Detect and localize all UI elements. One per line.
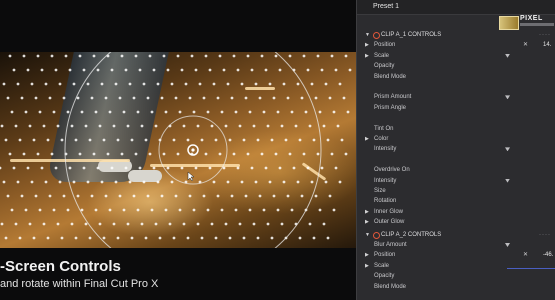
center-handle-dot	[191, 148, 195, 152]
param-row[interactable]: Opacity	[357, 61, 555, 71]
param-label: Inner Glow	[374, 208, 404, 215]
value-slider[interactable]	[507, 267, 555, 269]
param-label: Scale	[374, 262, 390, 269]
param-label: Size	[374, 188, 386, 194]
param-row[interactable]: ▶ Outer Glow	[357, 217, 555, 227]
onscreen-control[interactable]	[0, 52, 356, 248]
film-strip-icon	[499, 16, 519, 30]
param-label: Position	[374, 252, 396, 259]
param-label: Position	[374, 42, 396, 49]
slider-knob-icon[interactable]	[505, 178, 510, 183]
section-header[interactable]: ▼ CLIP A_1 CONTROLS ····	[357, 30, 555, 40]
reset-icon[interactable]: ✕	[523, 40, 528, 50]
section-title: CLIP A_1 CONTROLS	[381, 32, 442, 38]
param-label: Blend Mode	[374, 283, 407, 290]
inspector-panel: Preset 1 PIXEL ▼ CLIP A_1 CONTROLS ···· ▶ Po…	[356, 0, 555, 300]
slider-knob-icon[interactable]	[505, 53, 510, 58]
param-label: Opacity	[374, 273, 395, 280]
param-value[interactable]: 14.	[543, 40, 551, 50]
param-label: Overdrive On	[374, 167, 410, 174]
disclosure-right-icon[interactable]: ▶	[365, 261, 369, 271]
param-label: Tint On	[374, 125, 394, 132]
param-label: Intensity	[374, 177, 397, 184]
param-row[interactable]: Size	[357, 186, 555, 196]
param-row[interactable]: Blend Mode	[357, 282, 555, 292]
preset-title: Preset 1	[357, 0, 555, 15]
disclosure-down-icon[interactable]: ▼	[365, 30, 370, 40]
caption-subtitle: and rotate within Final Cut Pro X	[0, 278, 159, 290]
section-title: CLIP A_2 CONTROLS	[381, 231, 442, 238]
param-row	[357, 82, 555, 92]
disclosure-right-icon[interactable]: ▶	[365, 217, 369, 227]
cursor-icon	[187, 171, 195, 182]
param-row[interactable]: Overdrive On	[357, 165, 555, 175]
caption-title: -Screen Controls	[0, 258, 121, 275]
more-icon[interactable]: ····	[539, 30, 551, 40]
param-label: Prism Angle	[374, 104, 407, 111]
disclosure-right-icon[interactable]: ▶	[365, 134, 369, 144]
logo-text: PIXEL	[520, 15, 543, 22]
video-frame	[0, 52, 356, 248]
slider-knob-icon[interactable]	[505, 95, 510, 100]
param-row	[357, 155, 555, 165]
param-value[interactable]: -46.	[543, 250, 553, 260]
more-icon[interactable]: ····	[539, 230, 551, 240]
logo-subtext	[520, 23, 554, 26]
param-label: Intensity	[374, 146, 397, 153]
param-row[interactable]: ▶ Position ✕ -46.	[357, 250, 555, 260]
param-label: Blur Amount	[374, 242, 407, 248]
disclosure-right-icon[interactable]: ▶	[365, 207, 369, 217]
param-row[interactable]: Opacity	[357, 271, 555, 281]
disclosure-down-icon[interactable]: ▼	[365, 230, 370, 240]
param-row[interactable]: Blend Mode	[357, 72, 555, 82]
param-row[interactable]: ▶ Color	[357, 134, 555, 144]
video-caption: -Screen Controls and rotate within Final…	[0, 258, 158, 290]
param-row[interactable]: ▶ Scale	[357, 51, 555, 61]
param-row[interactable]: Intensity	[357, 176, 555, 186]
param-label: Blend Mode	[374, 73, 407, 80]
param-label: Outer Glow	[374, 219, 405, 226]
disclosure-right-icon[interactable]: ▶	[365, 40, 369, 50]
slider-knob-icon[interactable]	[505, 147, 510, 152]
disclosure-right-icon[interactable]: ▶	[365, 51, 369, 61]
param-row[interactable]: Blur Amount	[357, 240, 555, 250]
video-viewer: -Screen Controls and rotate within Final…	[0, 0, 356, 300]
param-row	[357, 113, 555, 123]
param-row[interactable]: Prism Angle	[357, 103, 555, 113]
param-row[interactable]: ▶ Position ✕ 14.	[357, 40, 555, 50]
reset-icon[interactable]: ✕	[523, 250, 528, 260]
param-row[interactable]: Rotation	[357, 196, 555, 206]
param-row[interactable]: Intensity	[357, 144, 555, 154]
param-label: Color	[374, 136, 389, 142]
disclosure-right-icon[interactable]: ▶	[365, 250, 369, 260]
param-row[interactable]: ▶ Scale	[357, 261, 555, 271]
param-row[interactable]: ▶ Inner Glow	[357, 207, 555, 217]
param-label: Rotation	[374, 198, 397, 205]
param-label: Prism Amount	[374, 94, 412, 101]
clip-circle-icon	[373, 32, 380, 39]
clip-circle-icon	[373, 231, 380, 239]
section-header[interactable]: ▼ CLIP A_2 CONTROLS ····	[357, 230, 555, 240]
pixel-film-logo: PIXEL	[499, 14, 555, 30]
param-label: Scale	[374, 52, 390, 59]
slider-knob-icon[interactable]	[505, 243, 510, 247]
param-row[interactable]: Tint On	[357, 124, 555, 134]
param-label: Opacity	[374, 63, 395, 70]
param-row[interactable]: Prism Amount	[357, 92, 555, 102]
